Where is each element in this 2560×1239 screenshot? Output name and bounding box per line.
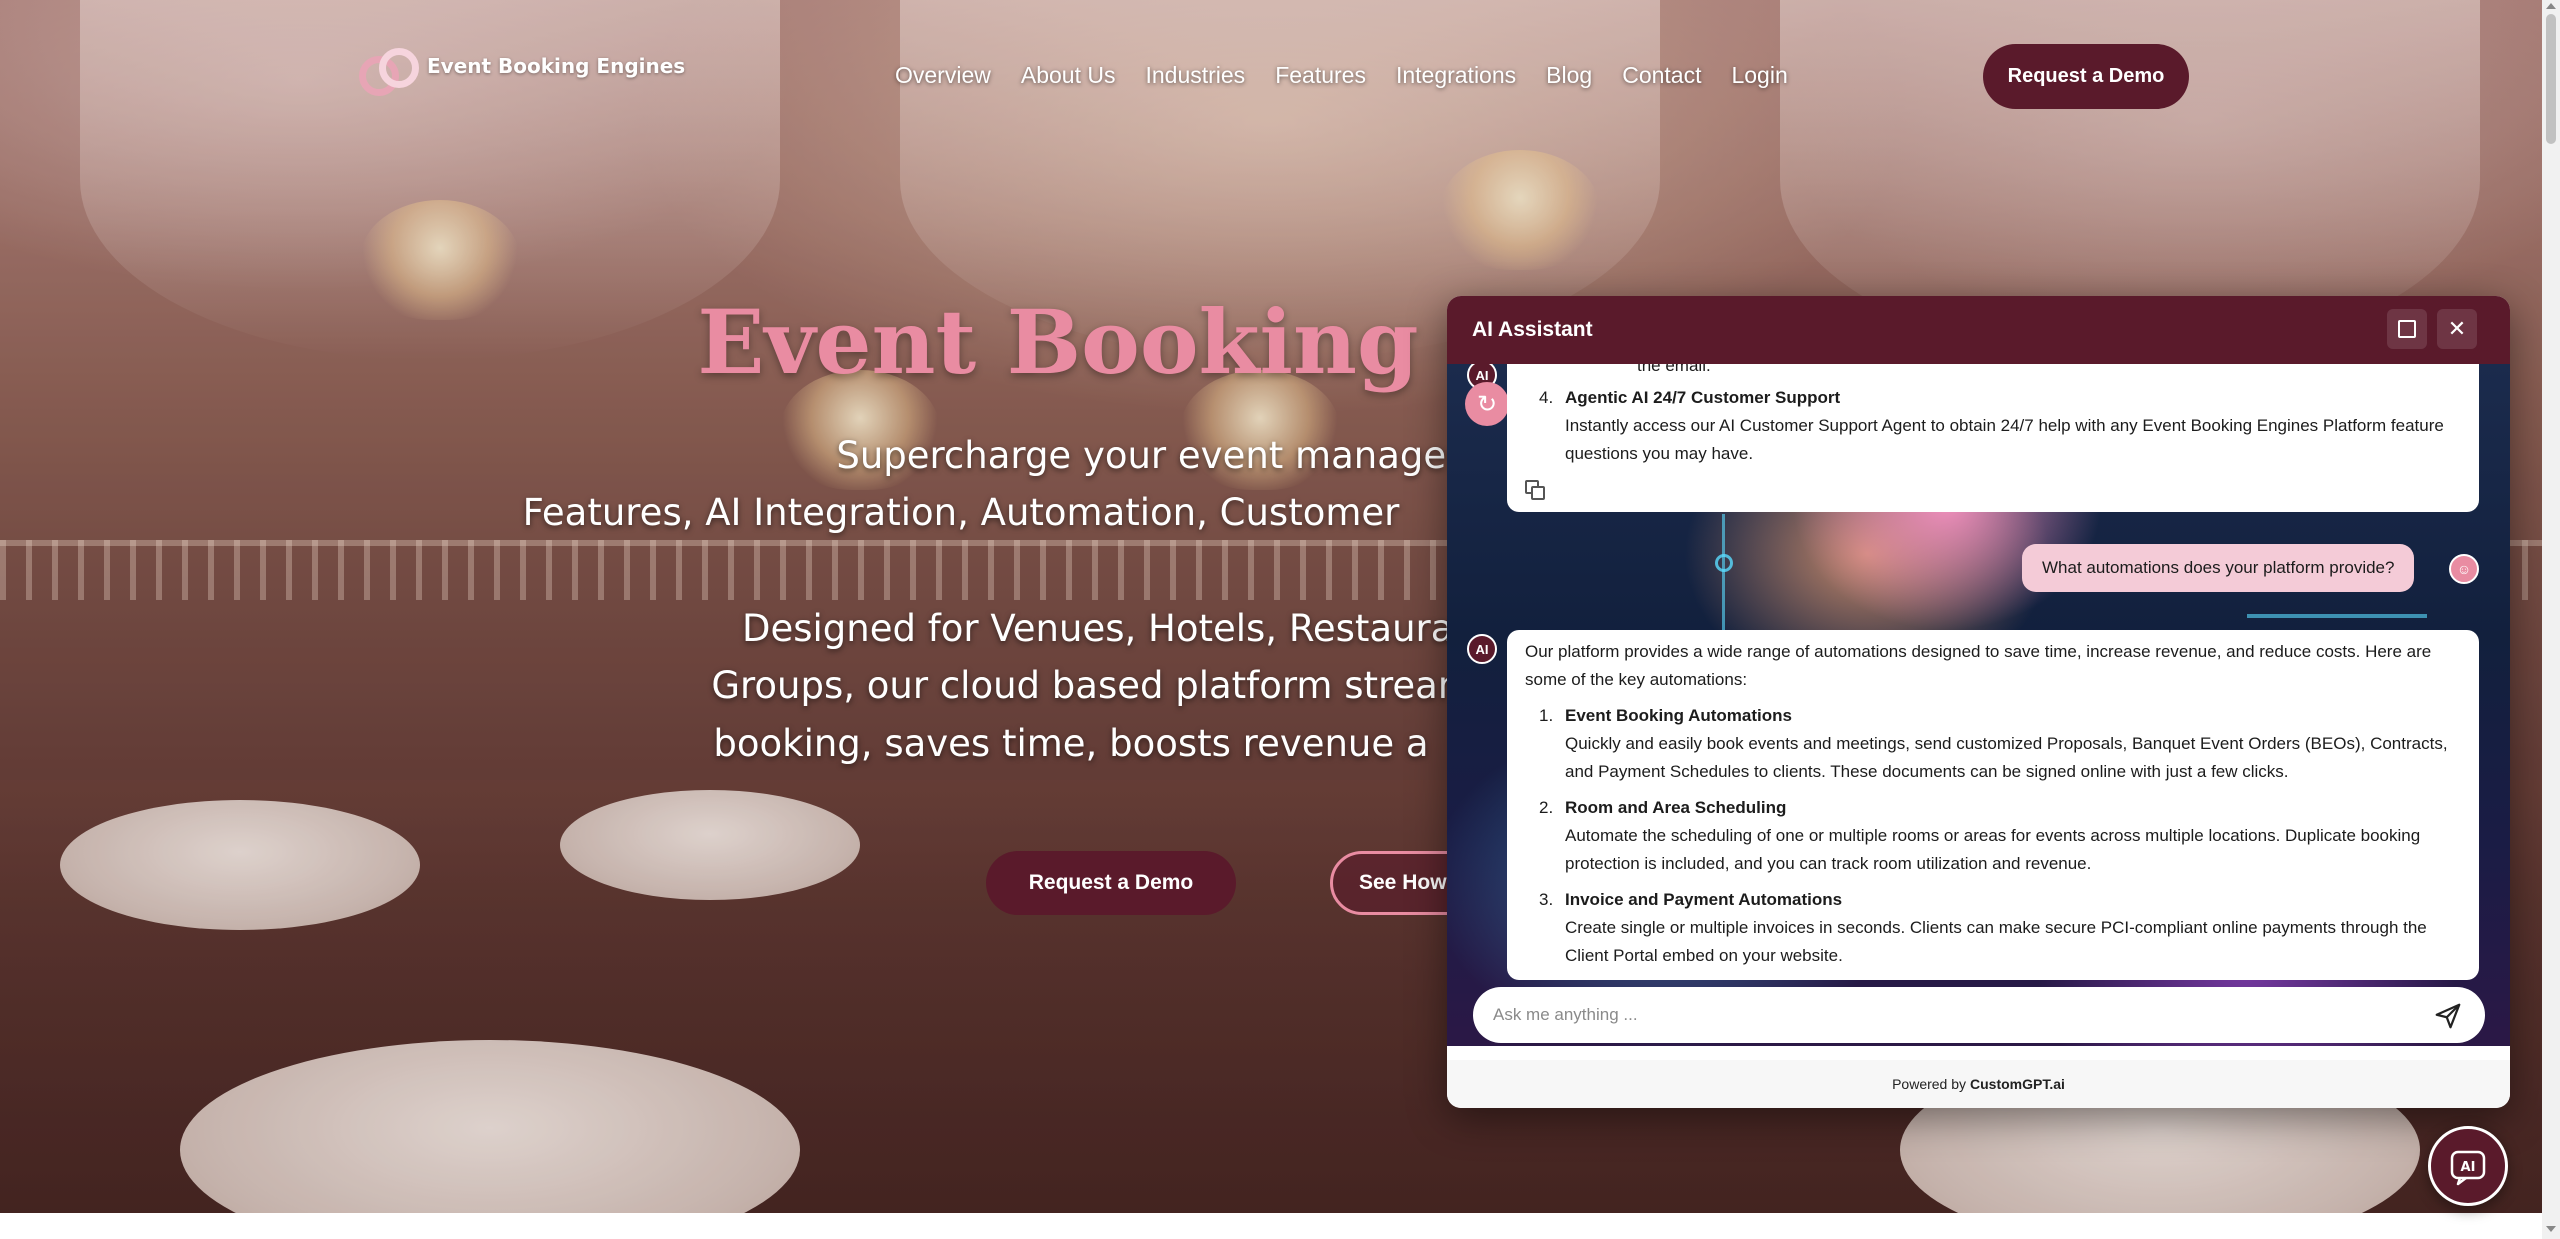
message-fragment: the email. bbox=[1637, 364, 1711, 375]
list-item-description: Create single or multiple invoices in se… bbox=[1565, 918, 2427, 965]
list-item-number: 2. bbox=[1539, 798, 1554, 817]
list-item-description: Instantly access our AI Customer Support… bbox=[1565, 416, 2444, 463]
page-scrollbar[interactable] bbox=[2542, 0, 2560, 1239]
circuit-decoration bbox=[1715, 554, 1733, 572]
assistant-header: AI Assistant ✕ bbox=[1447, 296, 2510, 364]
list-item-title: Agentic AI 24/7 Customer Support bbox=[1565, 388, 1841, 407]
list-item-title: Invoice and Payment Automations bbox=[1565, 890, 1843, 909]
chat-input[interactable] bbox=[1493, 987, 2413, 1043]
nav-item-industries[interactable]: Industries bbox=[1130, 60, 1260, 90]
circuit-decoration bbox=[2247, 614, 2427, 618]
list-item: 3. Invoice and Payment Automations Creat… bbox=[1525, 886, 2461, 970]
assistant-message-previous: the email. 4. Agentic AI 24/7 Customer S… bbox=[1507, 364, 2479, 512]
svg-text:AI: AI bbox=[2461, 1160, 2476, 1175]
assistant-launcher-button[interactable]: AI bbox=[2428, 1126, 2508, 1206]
nav-item-login[interactable]: Login bbox=[1716, 60, 1802, 90]
send-icon[interactable] bbox=[2433, 1001, 2463, 1031]
nav-item-blog[interactable]: Blog bbox=[1531, 60, 1607, 90]
scrollbar-thumb[interactable] bbox=[2546, 14, 2556, 144]
list-item-title: Event Booking Automations bbox=[1565, 706, 1792, 725]
ai-chat-icon: AI bbox=[2450, 1150, 2486, 1186]
list-item-number: 4. bbox=[1539, 388, 1554, 407]
nav-item-features[interactable]: Features bbox=[1260, 60, 1381, 90]
list-item-title: Room and Area Scheduling bbox=[1565, 798, 1787, 817]
chat-messages[interactable]: AI ↻ the email. 4. Agentic AI 24/7 Custo… bbox=[1447, 364, 2510, 1046]
copy-icon[interactable] bbox=[1525, 480, 1547, 502]
nav-item-contact[interactable]: Contact bbox=[1607, 60, 1716, 90]
ai-assistant-panel: AI Assistant ✕ AI ↻ the email. 4. Agenti… bbox=[1447, 296, 2510, 1108]
site-logo[interactable]: Event Booking Engines bbox=[357, 44, 685, 100]
user-avatar-icon: ☺ bbox=[2449, 554, 2479, 584]
list-item: 2. Room and Area Scheduling Automate the… bbox=[1525, 794, 2461, 878]
assistant-avatar-icon: AI bbox=[1467, 634, 1497, 664]
main-nav: Overview About Us Industries Features In… bbox=[880, 60, 1803, 90]
list-item-description: Automate the scheduling of one or multip… bbox=[1565, 826, 2421, 873]
reply-intro: Our platform provides a wide range of au… bbox=[1525, 642, 2432, 689]
assistant-message-reply: Our platform provides a wide range of au… bbox=[1507, 630, 2479, 980]
powered-by-link[interactable]: CustomGPT.ai bbox=[1970, 1076, 2065, 1092]
list-item-number: 3. bbox=[1539, 890, 1554, 909]
close-icon: ✕ bbox=[2447, 316, 2467, 341]
assistant-title: AI Assistant bbox=[1472, 318, 1593, 341]
scroll-up-arrow-icon[interactable] bbox=[2546, 3, 2556, 9]
chat-input-wrapper bbox=[1473, 987, 2485, 1043]
list-item: 4. Agentic AI 24/7 Customer Support Inst… bbox=[1525, 384, 2461, 468]
nav-item-overview[interactable]: Overview bbox=[880, 60, 1006, 90]
request-demo-hero-button[interactable]: Request a Demo bbox=[986, 851, 1236, 915]
expand-button[interactable] bbox=[2387, 309, 2427, 349]
close-button[interactable]: ✕ bbox=[2437, 309, 2477, 349]
scroll-down-arrow-icon[interactable] bbox=[2546, 1226, 2556, 1232]
powered-by-label: Powered by bbox=[1892, 1076, 1967, 1092]
rings-logo-icon bbox=[357, 44, 423, 100]
list-item-description: Quickly and easily book events and meeti… bbox=[1565, 734, 2448, 781]
logo-text: Event Booking Engines bbox=[427, 54, 686, 78]
list-item: 1. Event Booking Automations Quickly and… bbox=[1525, 702, 2461, 786]
nav-item-integrations[interactable]: Integrations bbox=[1381, 60, 1531, 90]
request-demo-header-button[interactable]: Request a Demo bbox=[1983, 44, 2189, 109]
list-item-number: 1. bbox=[1539, 706, 1554, 725]
powered-by-footer: Powered by CustomGPT.ai bbox=[1447, 1060, 2510, 1108]
expand-icon bbox=[2398, 320, 2416, 338]
nav-item-about-us[interactable]: About Us bbox=[1006, 60, 1131, 90]
refresh-icon[interactable]: ↻ bbox=[1465, 382, 1509, 426]
user-message: What automations does your platform prov… bbox=[2022, 544, 2415, 592]
circuit-decoration bbox=[1722, 514, 1725, 634]
